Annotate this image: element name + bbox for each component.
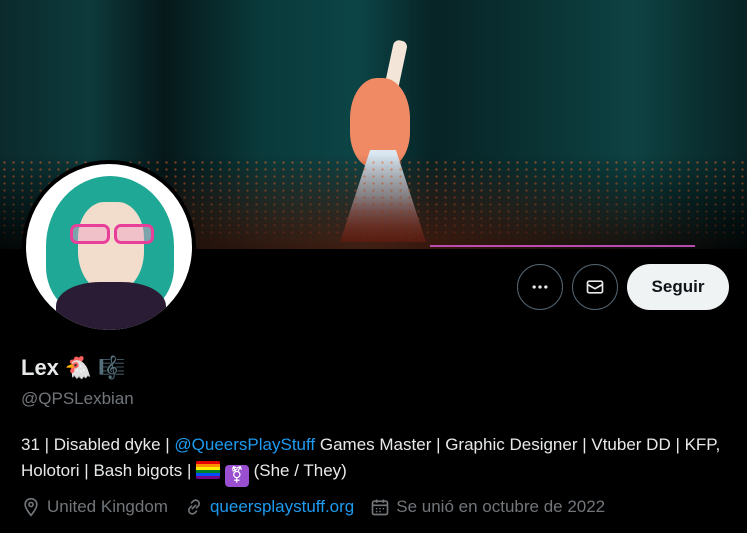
rainbow-flag-icon <box>196 461 221 479</box>
website-link[interactable]: queersplaystuff.org <box>210 497 354 517</box>
joined-text: Se unió en octubre de 2022 <box>396 497 606 516</box>
avatar-glasses-left <box>70 224 110 244</box>
avatar-image <box>26 164 192 330</box>
location-text: United Kingdom <box>47 497 168 516</box>
music-score-emoji-icon: 🎼 <box>98 355 126 380</box>
website-item: queersplaystuff.org <box>184 497 354 517</box>
profile-name: Lex <box>21 355 59 380</box>
joined-item: Se unió en octubre de 2022 <box>370 497 605 517</box>
avatar-glasses <box>66 224 158 246</box>
profile-meta: United Kingdom queersplaystuff.org Se un… <box>21 497 621 517</box>
mail-icon <box>586 280 604 294</box>
calendar-icon <box>371 499 389 516</box>
avatar-face <box>78 202 144 292</box>
chicken-emoji-icon: 🐔 <box>64 355 93 380</box>
link-icon <box>187 499 200 515</box>
avatar-body <box>56 282 166 330</box>
location-item: United Kingdom <box>21 497 168 517</box>
follow-button[interactable]: Seguir <box>627 264 729 310</box>
bio-text-3: (She / They) <box>248 461 347 480</box>
transgender-symbol-icon: ⚧ <box>224 465 249 487</box>
profile-name-row: Lex 🐔 🎼 <box>21 355 126 381</box>
profile-bio: 31 | Disabled dyke | @QueersPlayStuff Ga… <box>21 432 736 487</box>
more-button[interactable] <box>517 264 563 310</box>
banner-stage-line <box>430 245 695 247</box>
profile-handle: @QPSLexbian <box>21 389 134 408</box>
avatar[interactable] <box>22 160 196 334</box>
more-horizontal-icon <box>532 285 548 289</box>
bio-mention-link[interactable]: @QueersPlayStuff <box>174 435 315 454</box>
location-pin-icon <box>24 497 38 517</box>
message-button[interactable] <box>572 264 618 310</box>
avatar-glasses-right <box>114 224 154 244</box>
bio-text-1: 31 | Disabled dyke | <box>21 435 175 454</box>
